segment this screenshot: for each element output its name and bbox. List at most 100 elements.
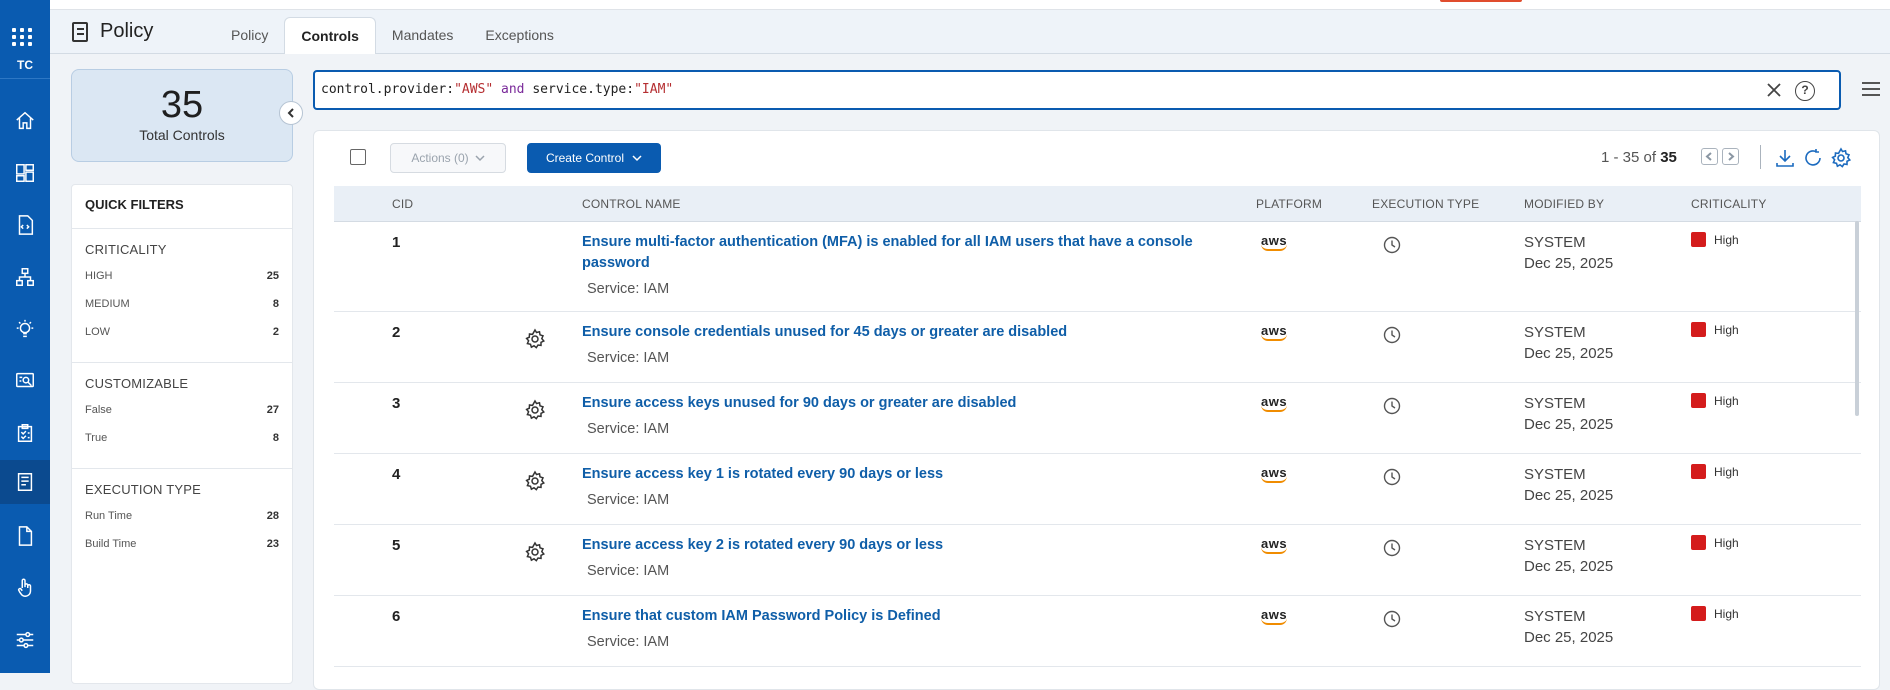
toolbar-divider (1760, 145, 1761, 169)
runtime-clock-icon (1382, 325, 1402, 345)
control-id: 3 (392, 395, 401, 412)
create-control-button[interactable]: Create Control (527, 143, 661, 173)
runtime-clock-icon (1382, 538, 1402, 558)
column-header-execution-type[interactable]: EXECUTION TYPE (1372, 197, 1479, 211)
platform-text: aws (1261, 323, 1288, 338)
filter-label: HIGH (85, 270, 113, 282)
control-name-link[interactable]: Ensure that custom IAM Password Policy i… (582, 606, 1202, 627)
collapse-panel-button[interactable] (279, 101, 303, 125)
modified-date: Dec 25, 2025 (1524, 558, 1614, 575)
tab-policy[interactable]: Policy (215, 17, 284, 54)
column-header-control-name[interactable]: CONTROL NAME (582, 197, 681, 211)
document-icon[interactable] (0, 514, 50, 558)
runtime-clock-icon (1382, 467, 1402, 487)
control-name-link[interactable]: Ensure access key 1 is rotated every 90 … (582, 464, 1202, 485)
filter-group-title: CUSTOMIZABLE (85, 376, 189, 391)
modified-by: SYSTEM (1524, 395, 1586, 412)
settings-gear-icon[interactable] (1830, 147, 1852, 169)
chevron-right-icon (1728, 152, 1735, 161)
filter-run-time[interactable]: Run Time 28 (85, 510, 279, 538)
filter-false[interactable]: False 27 (85, 404, 279, 432)
filter-group-execution-type: EXECUTION TYPE Run Time 28 Build Time 23 (72, 469, 292, 574)
checklist-icon[interactable] (0, 411, 50, 455)
hierarchy-icon[interactable] (0, 255, 50, 299)
aws-logo-icon: aws (1261, 608, 1291, 625)
refresh-icon[interactable] (1802, 147, 1824, 169)
modified-by: SYSTEM (1524, 608, 1586, 625)
download-icon[interactable] (1774, 147, 1796, 169)
criticality-color-swatch (1691, 393, 1706, 408)
filter-count: 27 (266, 404, 279, 416)
aws-logo-icon: aws (1261, 466, 1291, 483)
code-icon[interactable] (0, 203, 50, 247)
column-header-cid[interactable]: CID (392, 197, 413, 211)
table-row-5[interactable]: 5 Ensure access key 2 is rotated every 9… (334, 525, 1861, 596)
total-controls-label: Total Controls (139, 127, 225, 143)
hand-pointer-icon[interactable] (0, 566, 50, 610)
tab-mandates[interactable]: Mandates (376, 17, 469, 54)
search-query[interactable]: control.provider:"AWS" and service.type:… (321, 82, 673, 97)
filter-group-title: EXECUTION TYPE (85, 482, 201, 497)
select-all-checkbox[interactable] (350, 149, 366, 165)
criticality-color-swatch (1691, 322, 1706, 337)
home-icon[interactable] (0, 99, 50, 143)
service-label: Service: IAM (587, 634, 670, 650)
hamburger-menu-icon[interactable] (1862, 82, 1880, 96)
insights-icon[interactable] (0, 307, 50, 351)
filter-true[interactable]: True 8 (85, 432, 279, 460)
tab-exceptions[interactable]: Exceptions (469, 17, 569, 54)
filter-low[interactable]: LOW 2 (85, 326, 279, 354)
dashboard-icon[interactable] (0, 151, 50, 195)
create-control-label: Create Control (545, 151, 625, 165)
customizable-gear-icon[interactable] (524, 470, 546, 492)
table-row-2[interactable]: 2 Ensure console credentials unused for … (334, 312, 1861, 383)
table-row-6[interactable]: 6 Ensure that custom IAM Password Policy… (334, 596, 1861, 667)
apps-grid-icon[interactable] (12, 28, 36, 48)
control-name-link[interactable]: Ensure access keys unused for 90 days or… (582, 393, 1202, 414)
filter-high[interactable]: HIGH 25 (85, 270, 279, 298)
page-title: Policy (100, 20, 154, 42)
prev-page-button[interactable] (1701, 148, 1718, 165)
filter-group-title: CRITICALITY (85, 242, 167, 257)
control-name-link[interactable]: Ensure multi-factor authentication (MFA)… (582, 232, 1202, 274)
settings-sliders-icon[interactable] (0, 618, 50, 662)
control-name-link[interactable]: Ensure access key 2 is rotated every 90 … (582, 535, 1202, 556)
filter-label: True (85, 432, 108, 444)
filter-label: Run Time (85, 510, 133, 522)
filter-label: Build Time (85, 538, 137, 550)
control-id: 4 (392, 466, 401, 483)
customizable-gear-icon[interactable] (524, 541, 546, 563)
filter-label: LOW (85, 326, 111, 338)
filter-medium[interactable]: MEDIUM 8 (85, 298, 279, 326)
customizable-gear-icon[interactable] (524, 399, 546, 421)
actions-dropdown[interactable]: Actions (0) (390, 143, 506, 173)
table-row-4[interactable]: 4 Ensure access key 1 is rotated every 9… (334, 454, 1861, 525)
modified-date: Dec 25, 2025 (1524, 487, 1614, 504)
criticality-label: High (1714, 464, 1739, 479)
criticality-badge: High (1691, 464, 1739, 479)
next-page-button[interactable] (1722, 148, 1739, 165)
table-row-1[interactable]: 1 Ensure multi-factor authentication (MF… (334, 222, 1861, 312)
tab-controls[interactable]: Controls (284, 17, 376, 54)
table-row-3[interactable]: 3 Ensure access keys unused for 90 days … (334, 383, 1861, 454)
search-report-icon[interactable] (0, 359, 50, 403)
table-scrollbar[interactable] (1855, 221, 1859, 416)
column-header-platform[interactable]: PLATFORM (1256, 197, 1322, 211)
modified-by: SYSTEM (1524, 324, 1586, 341)
policy-icon[interactable] (0, 460, 50, 504)
control-name-link[interactable]: Ensure console credentials unused for 45… (582, 322, 1202, 343)
table-toolbar: Actions (0) Create Control 1 - 35 of 35 (314, 131, 1879, 183)
help-icon[interactable]: ? (1795, 81, 1815, 101)
column-header-modified-by[interactable]: MODIFIED BY (1524, 197, 1604, 211)
service-label: Service: IAM (587, 492, 670, 508)
page-header: Policy Policy Controls Mandates Exceptio… (50, 10, 1890, 54)
clear-search-icon[interactable] (1765, 81, 1783, 99)
search-input[interactable]: control.provider:"AWS" and service.type:… (313, 70, 1841, 110)
column-header-criticality[interactable]: CRITICALITY (1691, 197, 1767, 211)
filter-count: 28 (266, 510, 279, 522)
runtime-clock-icon (1382, 235, 1402, 255)
customizable-gear-icon[interactable] (524, 328, 546, 350)
platform-text: aws (1261, 233, 1288, 248)
criticality-color-swatch (1691, 464, 1706, 479)
filter-build-time[interactable]: Build Time 23 (85, 538, 279, 566)
